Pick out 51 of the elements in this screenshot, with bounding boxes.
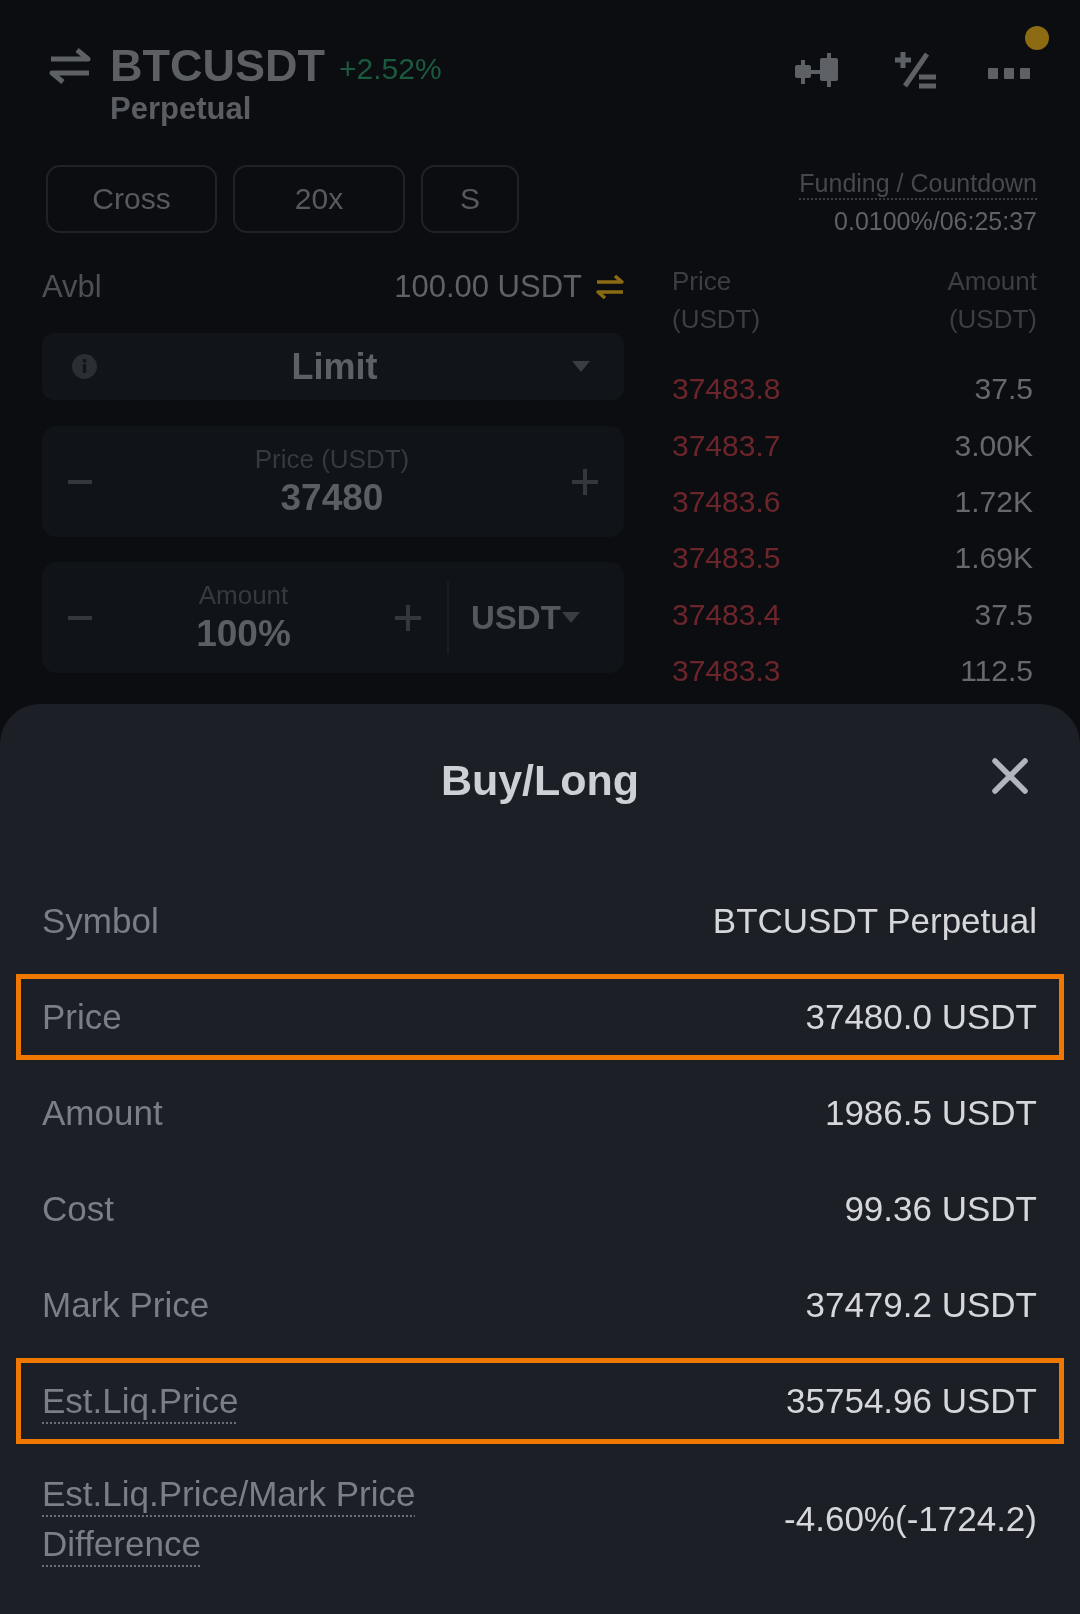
available-balance: 100.00 USDT: [394, 269, 582, 305]
close-icon: [992, 758, 1028, 795]
ask-amount: 112.5: [960, 654, 1034, 689]
contract-type: Perpetual: [110, 91, 252, 126]
ask-amount: 1.72K: [954, 484, 1034, 519]
funding-value: 0.0100%/06:25:37: [834, 206, 1037, 236]
unit-dropdown[interactable]: USDT: [449, 598, 624, 637]
detail-value: 1986.5 USDT: [824, 1093, 1037, 1134]
detail-label: Est.Liq.Price/Mark Price Difference: [42, 1473, 417, 1566]
detail-value: 37479.2 USDT: [805, 1285, 1037, 1326]
ask-price[interactable]: 37483.4: [672, 597, 781, 632]
ask-price[interactable]: 37483.7: [672, 428, 781, 463]
detail-label: Amount: [42, 1092, 163, 1135]
detail-value: 37480.0 USDT: [805, 997, 1037, 1038]
detail-label: Symbol: [42, 900, 159, 943]
more-icon[interactable]: [988, 67, 1030, 79]
symbol-title: BTCUSDT: [110, 40, 325, 92]
caret-down-icon: [562, 612, 580, 623]
plus-icon: [395, 604, 421, 631]
ask-amount: 1.69K: [954, 541, 1034, 576]
field-value: 100%: [196, 611, 291, 656]
order-type-dropdown[interactable]: Limit: [42, 333, 624, 400]
close-button[interactable]: [992, 758, 1028, 795]
ask-price[interactable]: 37483.8: [672, 372, 781, 407]
margin-mode-button[interactable]: Cross: [46, 165, 217, 233]
detail-label: Price: [42, 996, 122, 1039]
price-change: +2.52%: [339, 52, 442, 86]
margin-mode-button[interactable]: 20x: [233, 165, 405, 233]
ask-amount: 37.5: [974, 597, 1034, 632]
plus-equals-icon[interactable]: [893, 50, 938, 90]
detail-value: 99.36 USDT: [844, 1189, 1037, 1230]
ask-price[interactable]: 37483.3: [672, 654, 781, 689]
detail-value: -4.60%(-1724.2): [784, 1499, 1037, 1540]
minus-icon: [68, 479, 92, 484]
dialog-title: Buy/Long: [440, 755, 640, 807]
detail-label: Mark Price: [42, 1284, 210, 1327]
funding-label: Funding / Countdown: [799, 168, 1037, 200]
field-value: 37480: [280, 475, 384, 520]
ask-price[interactable]: 37483.6: [672, 484, 781, 519]
ask-amount: 37.5: [974, 372, 1034, 407]
margin-mode-button[interactable]: S: [421, 165, 519, 233]
minus-icon: [68, 615, 92, 620]
detail-label: Est.Liq.Price: [42, 1380, 239, 1423]
available-label: Avbl: [42, 269, 102, 305]
detail-value: 35754.96 USDT: [786, 1381, 1037, 1422]
detail-label: Cost: [42, 1188, 114, 1231]
ask-amount: 3.00K: [954, 428, 1034, 463]
plus-icon: [572, 468, 598, 495]
caret-down-icon: [572, 361, 590, 372]
ask-price[interactable]: 37483.5: [672, 541, 781, 576]
detail-value: BTCUSDT Perpetual: [712, 901, 1037, 942]
